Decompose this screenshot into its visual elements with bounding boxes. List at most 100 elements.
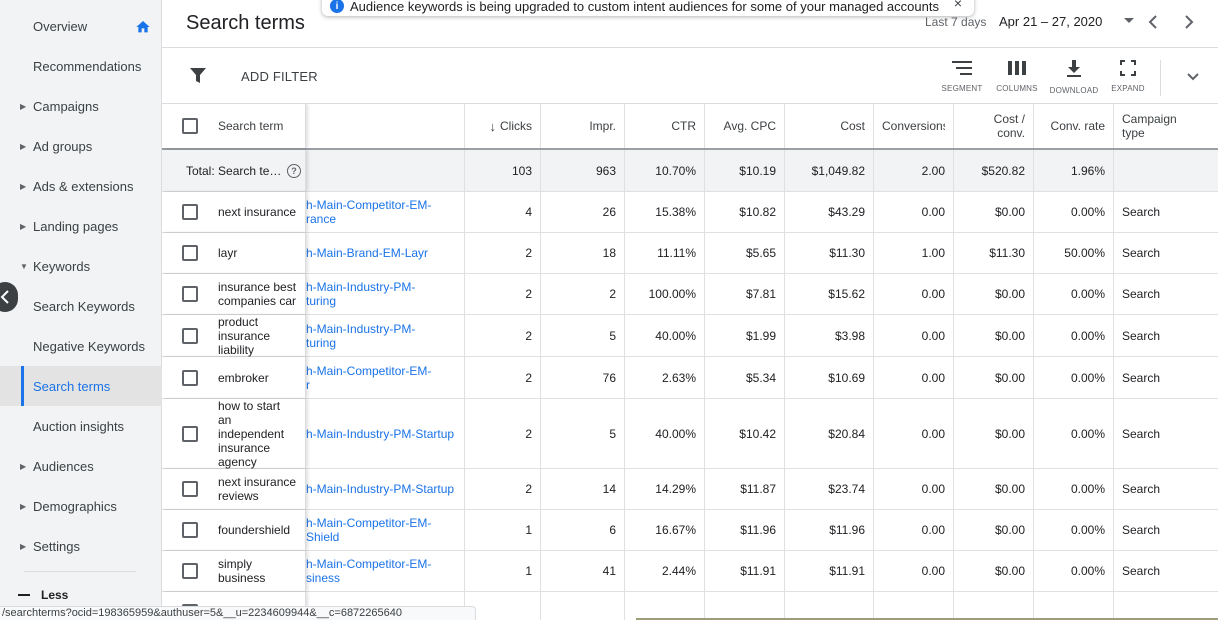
caret-down-icon[interactable] xyxy=(1124,18,1134,23)
sidebar-item-search-terms[interactable]: Search terms xyxy=(0,366,162,406)
columns-button[interactable]: COLUMNS xyxy=(992,60,1042,93)
less-toggle[interactable]: Less xyxy=(41,588,68,602)
header-conv-rate[interactable]: Conv. rate xyxy=(1033,104,1113,148)
close-icon[interactable]: × xyxy=(954,0,962,11)
campaign-link[interactable]: h-Main-Competitor-EM- Shield xyxy=(306,510,464,550)
row-checkbox[interactable] xyxy=(182,286,198,302)
sidebar-item-demographics[interactable]: ▶ Demographics xyxy=(0,486,162,526)
impr-cell: 76 xyxy=(540,357,624,398)
date-range-picker[interactable]: Apr 21 – 27, 2020 xyxy=(999,14,1102,29)
header-avg-cpc[interactable]: Avg. CPC xyxy=(704,104,784,148)
row-checkbox[interactable] xyxy=(182,245,198,261)
campaign-link[interactable]: h-Main-Industry-PM-turing xyxy=(306,315,464,356)
segment-button[interactable]: SEGMENT xyxy=(937,60,987,93)
table-row: insurance best companies car h-Main-Indust… xyxy=(162,274,1218,315)
sidebar-item-label: Ads & extensions xyxy=(33,178,134,194)
search-term-text: next insurance xyxy=(218,475,297,489)
sidebar-item-landing-pages[interactable]: ▶ Landing pages xyxy=(0,206,162,246)
sidebar-item-recommendations[interactable]: Recommendations xyxy=(0,46,162,86)
campaign-link[interactable]: h-Main-Competitor-EM-rance xyxy=(306,192,464,232)
campaign-link[interactable]: h-Main-Industry-PM-Startup xyxy=(306,399,464,468)
caret-right-icon[interactable]: ▶ xyxy=(20,102,26,111)
header-cost[interactable]: Cost xyxy=(784,104,873,148)
campaign-link[interactable]: h-Main-Competitor-EM-r xyxy=(306,357,464,398)
conversions-cell: 1.00 xyxy=(873,233,953,273)
total-conversions: 2.00 xyxy=(873,150,953,191)
search-term-text: reviews xyxy=(218,489,259,503)
sidebar-item-label: Overview xyxy=(33,18,88,34)
header-clicks[interactable]: ↓ Clicks xyxy=(464,104,540,148)
search-term-text: next insurance xyxy=(218,205,297,219)
header-conversions[interactable]: Conversions xyxy=(873,104,953,148)
caret-right-icon[interactable]: ▶ xyxy=(20,142,26,151)
filter-icon[interactable] xyxy=(190,68,206,84)
clicks-cell: 4 xyxy=(464,192,540,232)
row-checkbox[interactable] xyxy=(182,522,198,538)
sidebar-item-negative-keywords[interactable]: Negative Keywords xyxy=(0,326,162,366)
header-campaign-type-line1: Campaign xyxy=(1122,112,1177,126)
conv-rate-cell: 0.00% xyxy=(1033,399,1113,468)
caret-right-icon[interactable]: ▶ xyxy=(20,542,26,551)
row-checkbox[interactable] xyxy=(182,327,198,344)
total-avg-cpc: $10.19 xyxy=(704,150,784,191)
campaign-link[interactable]: h-Main-Industry-PM-Startup xyxy=(306,469,464,509)
search-term-text: business xyxy=(218,571,266,585)
header-impr[interactable]: Impr. xyxy=(540,104,624,148)
table-header-row: Search term ↓ Clicks Impr. CTR Avg. CPC C… xyxy=(162,104,1218,150)
total-conv-rate: 1.96% xyxy=(1033,150,1113,191)
campaign-type-cell: Search xyxy=(1113,399,1218,468)
caret-right-icon[interactable]: ▶ xyxy=(20,222,26,231)
campaign-link[interactable]: h-Main-Industry-PM-turing xyxy=(306,274,464,314)
row-checkbox[interactable] xyxy=(182,204,198,220)
toolbar-divider xyxy=(1160,60,1161,96)
campaign-type-cell: Search xyxy=(1113,469,1218,509)
cost-cell: $11.96 xyxy=(784,510,873,550)
help-icon[interactable]: ? xyxy=(287,164,301,178)
add-filter-button[interactable]: ADD FILTER xyxy=(241,69,318,84)
chevron-down-icon[interactable] xyxy=(1186,72,1200,82)
conversions-cell: 0.00 xyxy=(873,357,953,398)
clicks-cell: 2 xyxy=(464,315,540,356)
caret-down-icon[interactable]: ▼ xyxy=(20,262,28,271)
row-checkbox[interactable] xyxy=(182,425,198,442)
cost-per-conv-cell: $0.00 xyxy=(953,469,1033,509)
caret-right-icon[interactable]: ▶ xyxy=(20,502,26,511)
expand-button[interactable]: EXPAND xyxy=(1103,60,1153,93)
sidebar-item-label: Audiences xyxy=(33,458,94,474)
caret-right-icon[interactable]: ▶ xyxy=(20,182,26,191)
conv-rate-cell: 0.00% xyxy=(1033,192,1113,232)
row-checkbox[interactable] xyxy=(182,369,198,386)
header-ctr[interactable]: CTR xyxy=(624,104,704,148)
avg-cpc-cell: $5.65 xyxy=(704,233,784,273)
sidebar-item-campaigns[interactable]: ▶ Campaigns xyxy=(0,86,162,126)
sidebar-item-keywords[interactable]: ▼ Keywords xyxy=(0,246,162,286)
header-campaign-type[interactable]: Campaign type xyxy=(1113,104,1218,148)
total-ctr: 10.70% xyxy=(624,150,704,191)
clicks-cell: 2 xyxy=(464,274,540,314)
select-all-checkbox[interactable] xyxy=(182,118,198,134)
chevron-right-icon[interactable] xyxy=(1182,14,1196,30)
campaign-link-text: h-Main-Industry-PM- xyxy=(306,280,416,294)
sidebar-item-settings[interactable]: ▶ Settings xyxy=(0,526,162,566)
sidebar-item-auction-insights[interactable]: Auction insights xyxy=(0,406,162,446)
table-row: foundershield h-Main-Competitor-EM- Shield… xyxy=(162,510,1218,551)
search-term-text: agency xyxy=(218,454,257,469)
conversions-cell: 0.00 xyxy=(873,399,953,468)
sidebar-item-ads-extensions[interactable]: ▶ Ads & extensions xyxy=(0,166,162,206)
chevron-left-icon[interactable] xyxy=(1146,14,1160,30)
sidebar-item-search-keywords[interactable]: Search Keywords xyxy=(0,286,162,326)
cost-cell xyxy=(784,592,873,620)
sidebar-item-audiences[interactable]: ▶ Audiences xyxy=(0,446,162,486)
campaign-link[interactable]: h-Main-Competitor-EM-siness xyxy=(306,551,464,591)
download-button[interactable]: DOWNLOAD xyxy=(1049,60,1099,95)
minus-icon[interactable] xyxy=(18,594,30,596)
home-icon[interactable] xyxy=(135,19,151,35)
caret-right-icon[interactable]: ▶ xyxy=(20,462,26,471)
header-campaign-type-line2: type xyxy=(1122,126,1145,140)
date-preset-label[interactable]: Last 7 days xyxy=(925,15,986,29)
row-checkbox[interactable] xyxy=(182,481,198,497)
sidebar-item-ad-groups[interactable]: ▶ Ad groups xyxy=(0,126,162,166)
row-checkbox[interactable] xyxy=(182,563,198,579)
campaign-link[interactable]: h-Main-Brand-EM-Layr xyxy=(306,233,464,273)
header-cost-per-conv[interactable]: Cost / conv. xyxy=(953,104,1033,148)
